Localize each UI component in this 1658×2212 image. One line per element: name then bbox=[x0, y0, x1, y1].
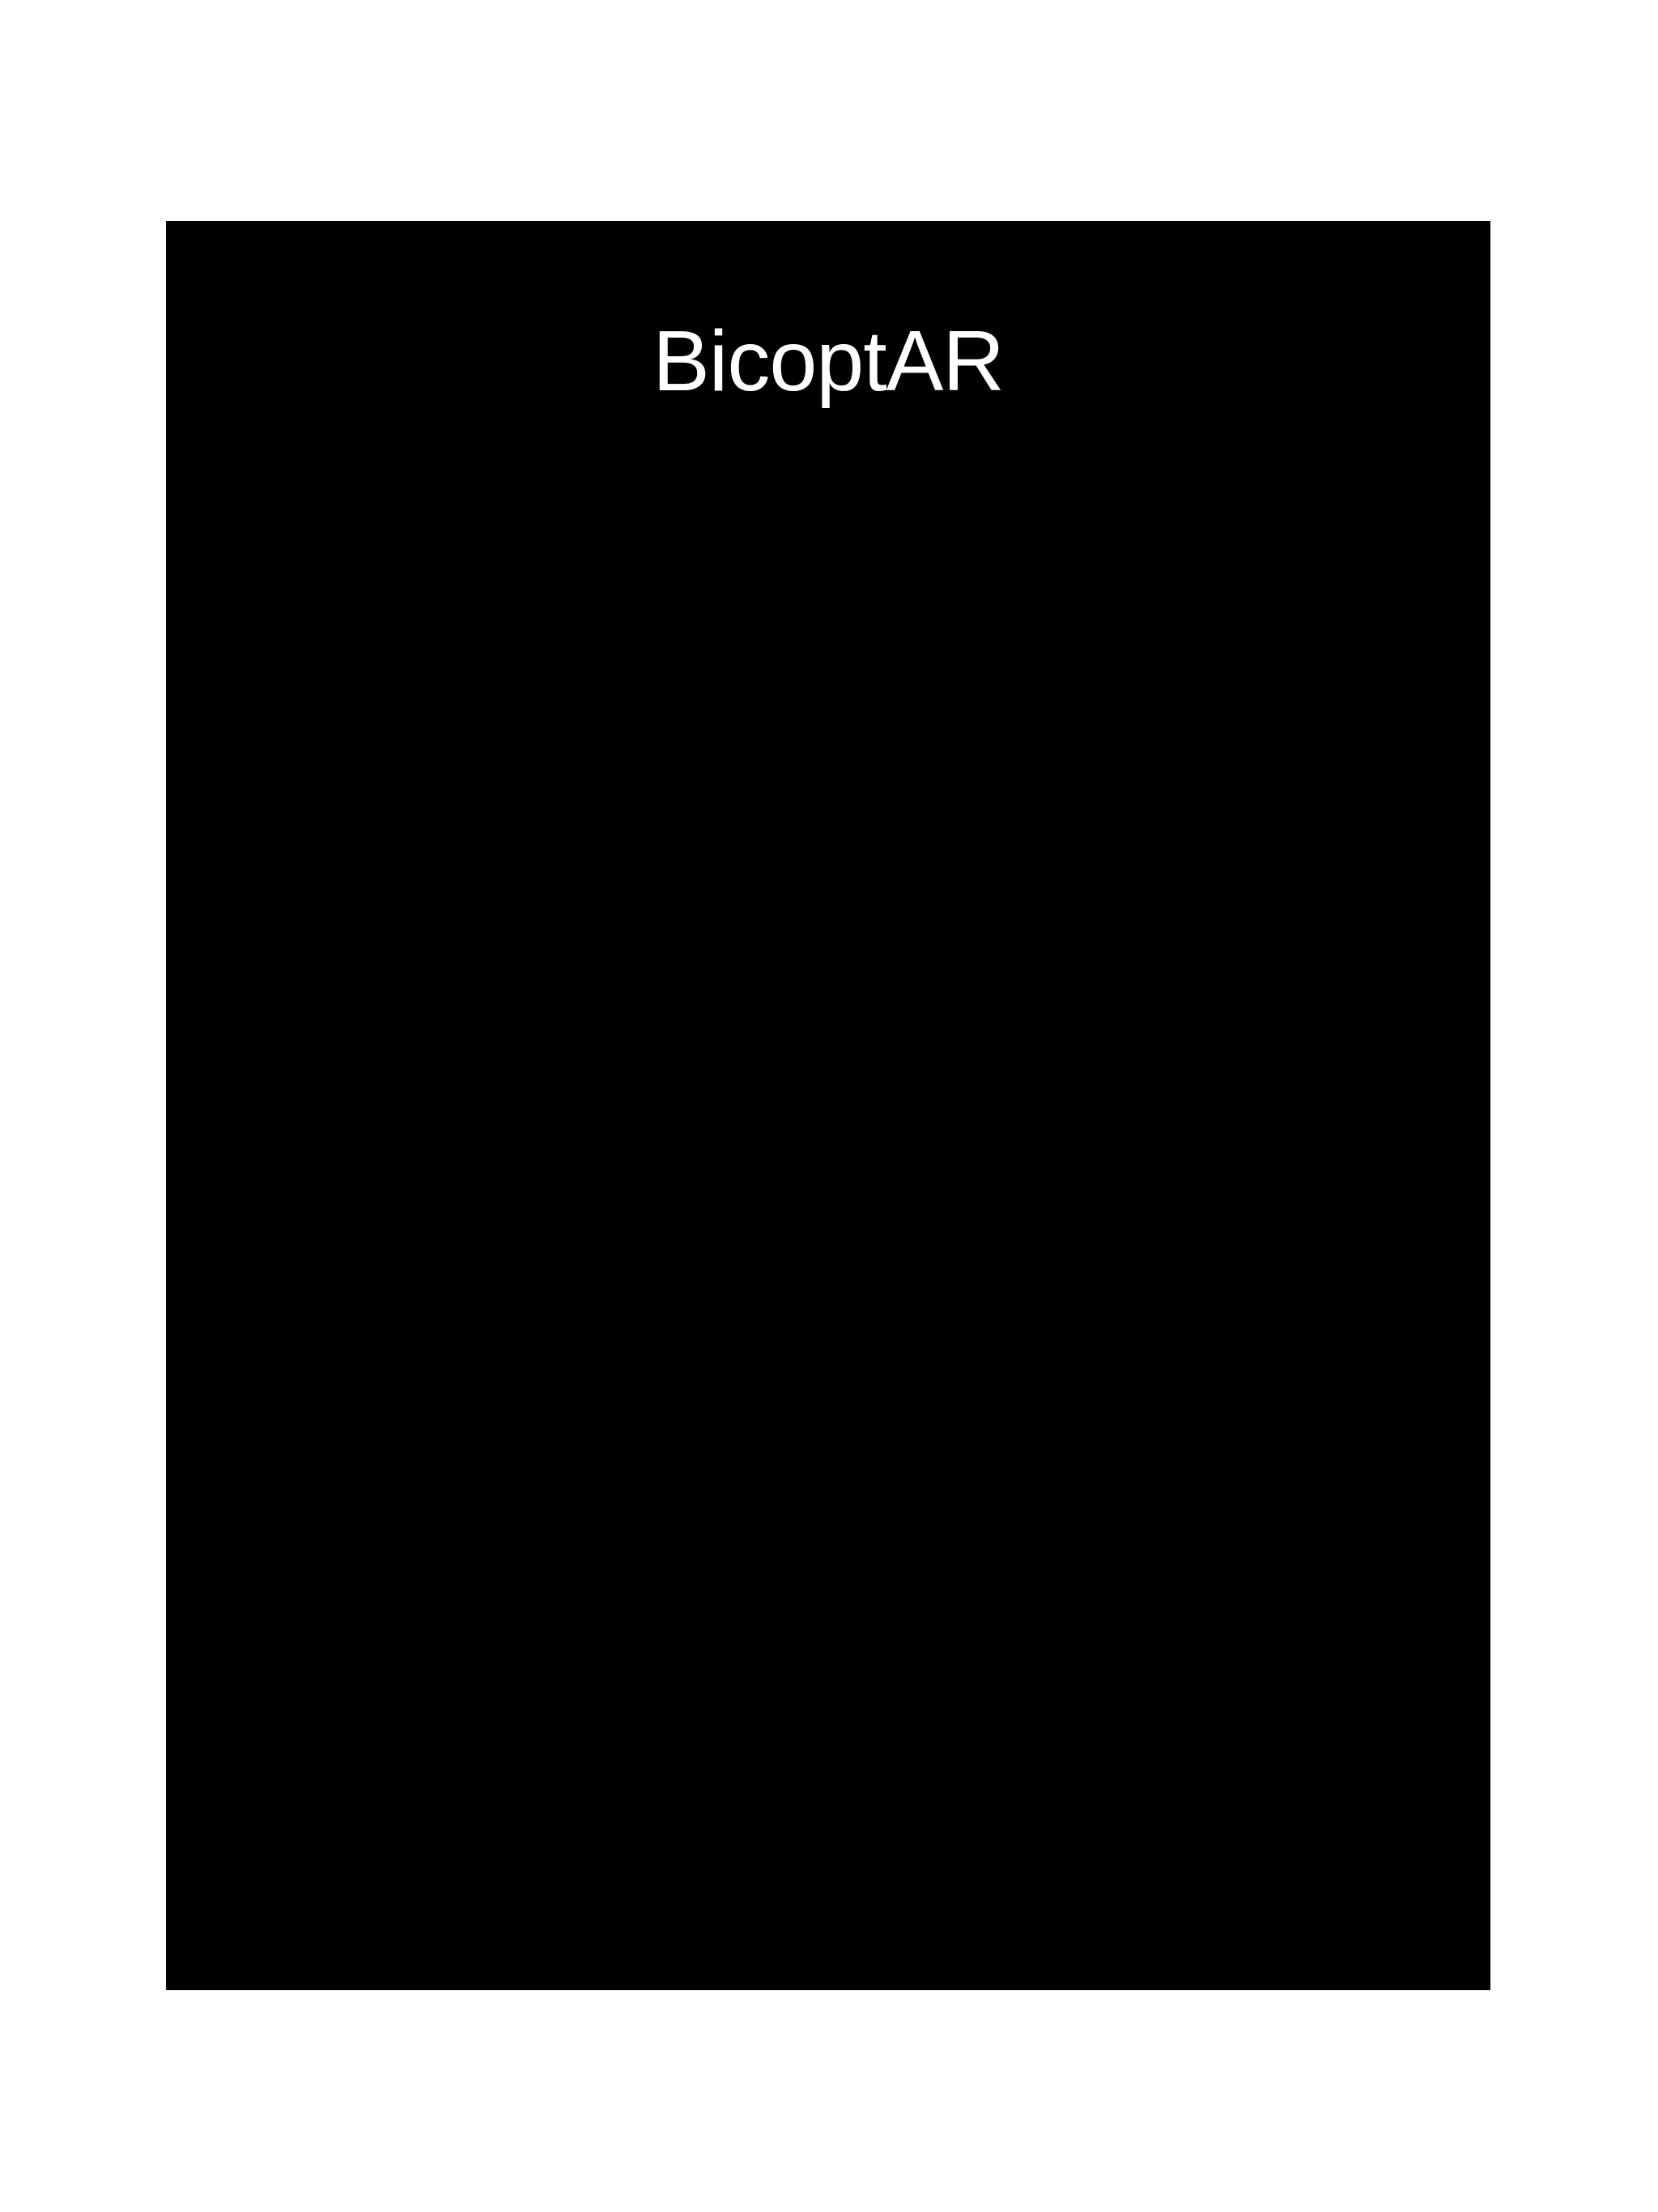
app-screen: BicoptAR bbox=[166, 221, 1490, 1990]
app-title: BicoptAR bbox=[653, 313, 1005, 409]
